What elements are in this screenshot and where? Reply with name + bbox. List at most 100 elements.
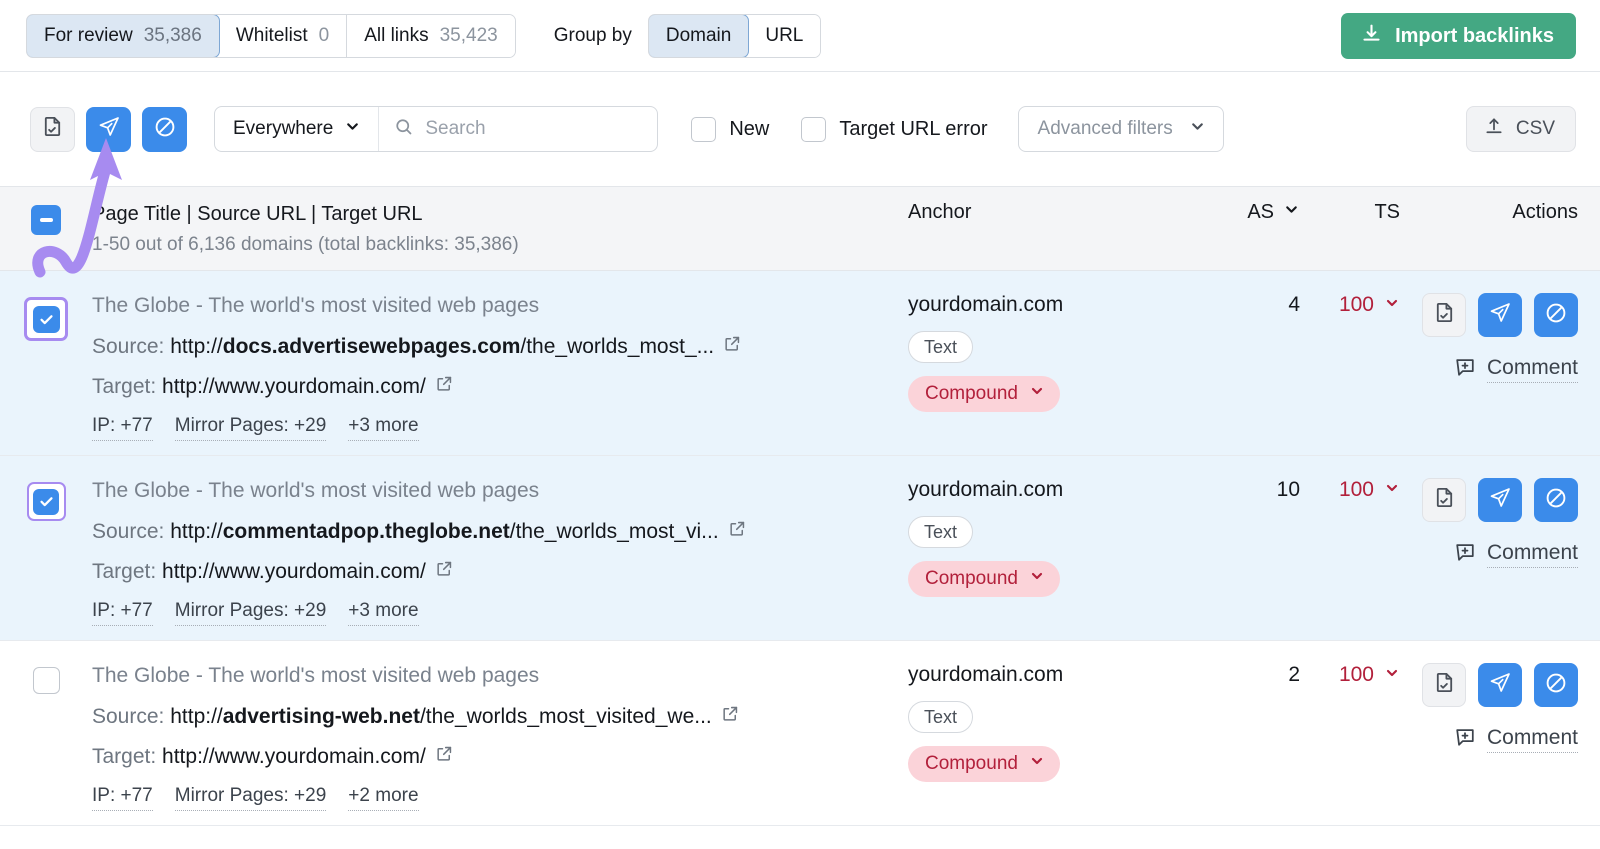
filter-new[interactable]: New xyxy=(691,117,769,142)
row-comment-link[interactable]: Comment xyxy=(1415,541,1578,568)
chevron-down-icon xyxy=(1384,293,1400,317)
move-to-list-button[interactable] xyxy=(30,107,75,152)
search-input[interactable] xyxy=(425,118,641,140)
filter-new-label: New xyxy=(729,118,769,141)
filter-target-url-error-checkbox[interactable] xyxy=(801,117,826,142)
scope-and-search: Everywhere xyxy=(214,106,658,152)
row-page-title: The Globe - The world's most visited web… xyxy=(92,478,894,503)
disavow-toolbar-button[interactable] xyxy=(142,107,187,152)
row-action-buttons xyxy=(1415,663,1578,707)
row-as-cell: 10 xyxy=(1194,478,1300,640)
row-whitelist-button[interactable] xyxy=(1478,478,1522,522)
row-comment-link[interactable]: Comment xyxy=(1415,726,1578,753)
row-select-checkbox[interactable] xyxy=(33,306,60,333)
row-select-cell xyxy=(0,293,92,455)
row-as-value: 4 xyxy=(1288,293,1300,316)
row-meta-item-2[interactable]: +3 more xyxy=(348,600,418,626)
external-link-icon[interactable] xyxy=(435,744,454,769)
row-anchor-type-badge: Text xyxy=(908,331,973,363)
row-page-title: The Globe - The world's most visited web… xyxy=(92,293,894,318)
row-actions-cell: Comment xyxy=(1415,663,1600,825)
scope-dropdown[interactable]: Everywhere xyxy=(215,107,379,151)
tab-all-links-label: All links xyxy=(364,25,428,47)
advanced-filters-dropdown[interactable]: Advanced filters xyxy=(1018,106,1224,152)
row-action-buttons xyxy=(1415,293,1578,337)
tab-whitelist-count: 0 xyxy=(319,25,330,47)
tab-for-review[interactable]: For review 35,386 xyxy=(26,14,220,58)
paper-plane-icon xyxy=(1488,486,1512,515)
row-disavow-button[interactable] xyxy=(1534,478,1578,522)
table-row[interactable]: The Globe - The world's most visited web… xyxy=(0,456,1600,641)
import-backlinks-button[interactable]: Import backlinks xyxy=(1341,13,1576,59)
group-by-domain[interactable]: Domain xyxy=(648,14,749,58)
table-row[interactable]: The Globe - The world's most visited web… xyxy=(0,271,1600,456)
external-link-icon[interactable] xyxy=(435,374,454,399)
row-select-checkbox[interactable] xyxy=(33,667,60,694)
table-row[interactable]: The Globe - The world's most visited web… xyxy=(0,641,1600,826)
external-link-icon[interactable] xyxy=(728,519,747,544)
row-anchor-compound-badge[interactable]: Compound xyxy=(908,561,1060,597)
export-csv-button[interactable]: CSV xyxy=(1466,106,1576,152)
row-move-to-list-button[interactable] xyxy=(1422,478,1466,522)
row-disavow-button[interactable] xyxy=(1534,293,1578,337)
row-anchor-domain: yourdomain.com xyxy=(908,663,1194,687)
header-as-sort[interactable]: AS xyxy=(1247,201,1300,224)
row-whitelist-button[interactable] xyxy=(1478,293,1522,337)
external-link-icon[interactable] xyxy=(723,334,742,359)
row-main-cell: The Globe - The world's most visited web… xyxy=(92,293,908,455)
row-main-cell: The Globe - The world's most visited web… xyxy=(92,663,908,825)
row-actions-cell: Comment xyxy=(1415,293,1600,455)
whitelist-toolbar-button[interactable] xyxy=(86,107,131,152)
select-all-cell xyxy=(0,201,92,235)
select-all-checkbox[interactable] xyxy=(31,205,61,235)
row-source-url: Source: http://advertising-web.net/the_w… xyxy=(92,704,894,729)
external-link-icon[interactable] xyxy=(721,704,740,729)
header-main-column: Page Title | Source URL | Target URL 1-5… xyxy=(92,201,908,256)
group-by-url[interactable]: URL xyxy=(748,15,820,57)
header-ts-label: TS xyxy=(1374,201,1400,223)
tab-whitelist[interactable]: Whitelist 0 xyxy=(219,15,347,57)
tab-whitelist-label: Whitelist xyxy=(236,25,308,47)
row-meta-item-1[interactable]: Mirror Pages: +29 xyxy=(175,415,327,441)
scope-value: Everywhere xyxy=(233,118,333,140)
row-meta-item-1[interactable]: Mirror Pages: +29 xyxy=(175,785,327,811)
row-ts-value[interactable]: 100 xyxy=(1339,663,1400,687)
row-anchor-compound-badge[interactable]: Compound xyxy=(908,376,1060,412)
row-meta-item-1[interactable]: Mirror Pages: +29 xyxy=(175,600,327,626)
comment-add-icon xyxy=(1454,356,1476,383)
row-select-cell xyxy=(0,478,92,640)
row-comment-label: Comment xyxy=(1487,726,1578,753)
row-meta-item-2[interactable]: +2 more xyxy=(348,785,418,811)
row-page-title: The Globe - The world's most visited web… xyxy=(92,663,894,688)
row-anchor-cell: yourdomain.com Text Compound xyxy=(908,293,1194,455)
paper-plane-icon xyxy=(1488,671,1512,700)
external-link-icon[interactable] xyxy=(435,559,454,584)
row-target-url: Target: http://www.yourdomain.com/ xyxy=(92,744,894,769)
filter-target-url-error[interactable]: Target URL error xyxy=(801,117,987,142)
row-meta-links: IP: +77 Mirror Pages: +29 +3 more xyxy=(92,415,894,441)
row-whitelist-button[interactable] xyxy=(1478,663,1522,707)
row-ts-value[interactable]: 100 xyxy=(1339,293,1400,317)
row-move-to-list-button[interactable] xyxy=(1422,293,1466,337)
tab-all-links[interactable]: All links 35,423 xyxy=(347,15,515,57)
row-meta-item-0[interactable]: IP: +77 xyxy=(92,600,153,626)
group-by-toggle: Domain URL xyxy=(648,14,822,58)
row-meta-item-2[interactable]: +3 more xyxy=(348,415,418,441)
row-ts-value[interactable]: 100 xyxy=(1339,478,1400,502)
row-anchor-type-badge: Text xyxy=(908,516,973,548)
row-select-checkbox[interactable] xyxy=(33,489,59,515)
chevron-down-icon xyxy=(1029,383,1045,405)
row-disavow-button[interactable] xyxy=(1534,663,1578,707)
paper-plane-icon xyxy=(97,115,121,144)
block-icon xyxy=(1544,671,1568,700)
row-meta-item-0[interactable]: IP: +77 xyxy=(92,785,153,811)
row-meta-item-0[interactable]: IP: +77 xyxy=(92,415,153,441)
row-as-cell: 2 xyxy=(1194,663,1300,825)
row-anchor-compound-badge[interactable]: Compound xyxy=(908,746,1060,782)
row-comment-link[interactable]: Comment xyxy=(1415,356,1578,383)
tab-all-links-count: 35,423 xyxy=(440,25,498,47)
row-move-to-list-button[interactable] xyxy=(1422,663,1466,707)
filter-new-checkbox[interactable] xyxy=(691,117,716,142)
backlinks-table-body: The Globe - The world's most visited web… xyxy=(0,271,1600,826)
upload-icon xyxy=(1484,116,1504,142)
